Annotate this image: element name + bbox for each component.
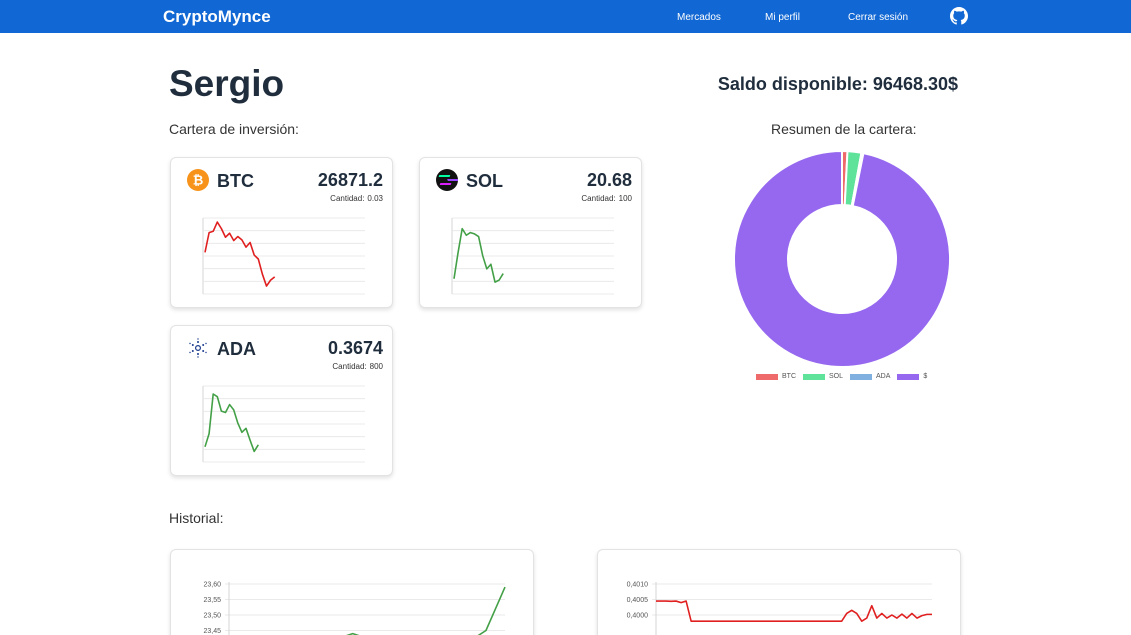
doughnut-slice-usd[interactable] [733,150,951,368]
github-icon[interactable] [950,7,968,25]
coin-card-ada[interactable]: ADA 0.3674 Cantidad: 800 [170,325,393,476]
coin-symbol: BTC [217,171,254,191]
coin-quantity: Cantidad: 100 [581,194,632,203]
history-tick-label: 0,4010 [627,582,649,589]
coin-card-sol[interactable]: SOL 20.68 Cantidad: 100 [419,157,642,308]
balance-label: Saldo disponible: 96468.30$ [717,74,958,94]
history-tick-label: 0,4005 [627,597,649,604]
legend-item-ada[interactable]: ADA [850,373,890,380]
history-tick-label: 23,60 [203,582,221,589]
legend-item-btc[interactable]: BTC [756,373,796,380]
sparkline-chart [451,217,614,295]
solana-icon [436,169,458,191]
chart-legend: BTC SOL ADA $ [756,373,934,380]
coin-symbol: ADA [217,339,256,359]
summary-title: Resumen de la cartera: [771,121,917,137]
sparkline-chart [202,217,365,295]
history-tick-label: 23,45 [203,628,221,635]
nav-link-mercados[interactable]: Mercados [677,12,721,23]
history-tick-label: 0,4000 [627,613,649,620]
portfolio-title: Cartera de inversión: [169,121,299,137]
history-chart-card-2: 0,4010 0,4005 0,4000 [597,549,961,635]
coin-card-btc[interactable]: ₿ BTC 26871.2 Cantidad: 0.03 [170,157,393,308]
coin-price: 26871.2 [317,170,383,190]
portfolio-doughnut-chart[interactable] [733,150,951,368]
coin-price: 0.3674 [327,338,383,358]
bitcoin-icon: ₿ [187,169,209,191]
coin-quantity: Cantidad: 800 [332,362,383,371]
cardano-icon [189,338,207,358]
history-line [345,586,506,635]
history-tick-label: 23,50 [203,613,221,620]
sparkline-chart [202,385,365,463]
coin-price: 20.68 [586,170,632,190]
svg-text:₿: ₿ [193,173,204,188]
legend-item-sol[interactable]: SOL [803,373,843,380]
coin-symbol: SOL [466,171,504,191]
history-line-chart-1: 23,60 23,55 23,50 23,45 [203,582,506,635]
brand-logo[interactable]: CryptoMynce [163,7,271,27]
history-title: Historial: [169,510,224,526]
user-name: Sergio [169,63,285,104]
history-line-chart-2: 0,4010 0,4005 0,4000 [627,582,932,635]
nav-link-mi-perfil[interactable]: Mi perfil [765,12,800,23]
spark-line [453,227,504,283]
history-tick-label: 23,55 [203,597,221,604]
legend-item-usd[interactable]: $ [897,373,927,380]
history-line [656,600,932,622]
top-navbar: CryptoMynce Mercados Mi perfil Cerrar se… [0,0,1131,33]
spark-line [204,393,259,453]
history-chart-card-1: 23,60 23,55 23,50 23,45 [170,549,534,635]
nav-link-cerrar-sesion[interactable]: Cerrar sesión [848,12,908,23]
spark-line [204,221,276,287]
coin-quantity: Cantidad: 0.03 [330,194,383,203]
